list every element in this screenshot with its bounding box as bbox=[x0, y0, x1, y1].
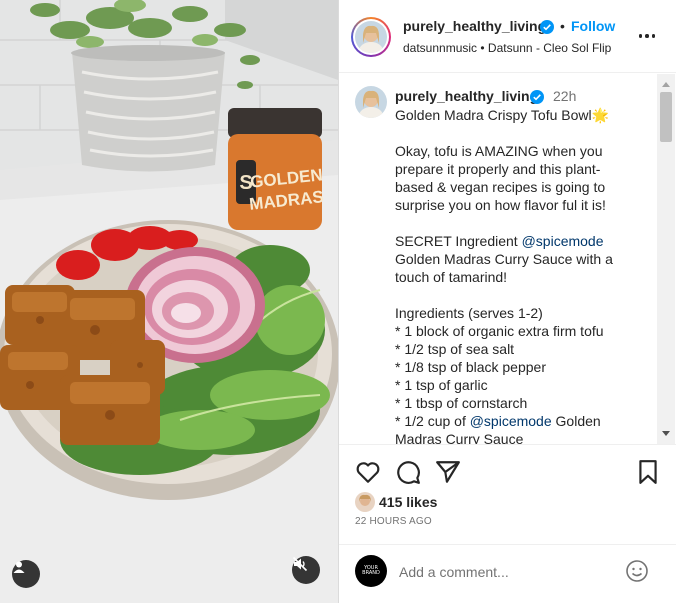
scroll-up-arrow-icon[interactable] bbox=[657, 76, 675, 92]
caption-line-mention: * 1/2 cup of @spicemode Golden bbox=[395, 412, 655, 430]
viewer-avatar-text: YOUR BRAND bbox=[362, 565, 380, 576]
post-actions: 415 likes 22 HOURS AGO bbox=[339, 444, 676, 544]
caption-line bbox=[395, 124, 655, 142]
caption-line: touch of tamarind! bbox=[395, 269, 508, 285]
send-icon[interactable] bbox=[435, 459, 461, 485]
caption-line: * 1/8 tsp of black pepper bbox=[395, 359, 546, 375]
caption-line: * 1/2 tsp of sea salt bbox=[395, 341, 515, 357]
caption-line: based & vegan recipes is going to bbox=[395, 179, 606, 195]
scroll-down-arrow-icon[interactable] bbox=[657, 426, 675, 442]
post-header: purely_healthy_living • Follow datsunnmu… bbox=[339, 0, 676, 73]
verified-badge-icon bbox=[540, 20, 554, 34]
caption-line: surprise you on how flavor ful it is! bbox=[395, 197, 606, 213]
verified-badge-icon bbox=[530, 90, 544, 104]
caption-time[interactable]: 22h bbox=[553, 88, 576, 104]
viewer-avatar: YOUR BRAND bbox=[355, 555, 387, 587]
post-timestamp[interactable]: 22 HOURS AGO bbox=[355, 516, 432, 527]
mention-link[interactable]: @spicemode bbox=[522, 233, 604, 249]
avatar bbox=[355, 21, 387, 53]
tagged-users-button[interactable] bbox=[12, 560, 40, 588]
caption-avatar[interactable] bbox=[355, 86, 387, 118]
caption-line: Golden bbox=[555, 413, 601, 429]
comment-icon[interactable] bbox=[395, 459, 421, 485]
caption-line bbox=[395, 286, 655, 304]
author-avatar-story-ring[interactable] bbox=[351, 17, 391, 57]
caption-line: * 1 tsp of garlic bbox=[395, 377, 488, 393]
caption-area: purely_healthy_living 22h Golden Madra C… bbox=[339, 74, 676, 444]
bookmark-icon[interactable] bbox=[635, 459, 661, 485]
caption-line-secret: SECRET Ingredient @spicemode bbox=[395, 232, 655, 250]
muted-speaker-icon bbox=[292, 556, 308, 572]
caption-line: Golden Madras Curry Sauce with a bbox=[395, 251, 613, 267]
follow-button[interactable]: Follow bbox=[571, 18, 615, 34]
audio-toggle-button[interactable] bbox=[292, 556, 320, 584]
caption-scrollbar[interactable] bbox=[657, 74, 675, 444]
caption-line: Golden Madra Crispy Tofu Bowl🌟 bbox=[395, 107, 610, 123]
caption-line: Ingredients (serves 1-2) bbox=[395, 305, 543, 321]
emoji-smile-icon[interactable] bbox=[625, 559, 649, 583]
caption-line: prepare it properly and this plant- bbox=[395, 161, 601, 177]
comment-composer: YOUR BRAND bbox=[339, 544, 676, 603]
audio-attribution-link[interactable]: datsunnmusic • Datsunn - Cleo Sol Flip bbox=[403, 41, 611, 55]
caption-line: * 1 block of organic extra firm tofu bbox=[395, 323, 604, 339]
caption-line: * 1/2 cup of bbox=[395, 413, 466, 429]
post-details-panel: purely_healthy_living • Follow datsunnmu… bbox=[338, 0, 676, 603]
mention-link[interactable]: @spicemode bbox=[470, 413, 552, 429]
caption-line: * 1 tbsp of cornstarch bbox=[395, 395, 528, 411]
comment-input[interactable] bbox=[399, 561, 619, 583]
caption-line: Madras Curry Sauce bbox=[395, 431, 524, 444]
caption-line: SECRET Ingredient bbox=[395, 233, 518, 249]
caption-line bbox=[395, 214, 655, 232]
caption-text: Golden Madra Crispy Tofu Bowl🌟 Okay, tof… bbox=[395, 106, 655, 444]
caption-username[interactable]: purely_healthy_living bbox=[395, 88, 538, 104]
heart-icon[interactable] bbox=[355, 459, 381, 485]
liker-avatar[interactable] bbox=[355, 492, 375, 512]
author-username[interactable]: purely_healthy_living bbox=[403, 18, 546, 34]
user-tag-icon bbox=[13, 561, 25, 573]
header-separator: • bbox=[560, 18, 565, 34]
post-image[interactable]: S GOLDEN MADRAS bbox=[0, 0, 338, 603]
scrollbar-thumb[interactable] bbox=[660, 92, 672, 142]
food-photo: S GOLDEN MADRAS bbox=[0, 0, 338, 603]
caption-line: Okay, tofu is AMAZING when you bbox=[395, 143, 603, 159]
more-options-icon[interactable] bbox=[635, 26, 659, 46]
like-count[interactable]: 415 likes bbox=[379, 494, 437, 510]
